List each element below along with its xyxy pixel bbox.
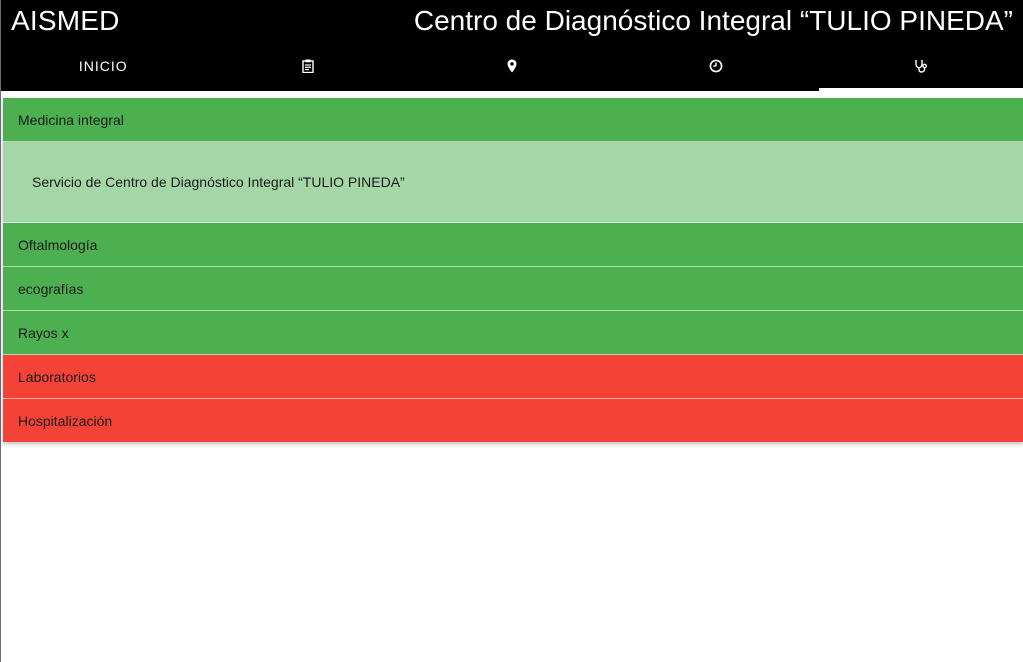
service-label: Oftalmología: [18, 236, 98, 253]
tab-inicio[interactable]: INICIO: [1, 44, 205, 91]
clock-icon: [710, 59, 723, 72]
service-item-oftalmologia[interactable]: Oftalmología: [3, 223, 1023, 267]
service-item-laboratorios[interactable]: Laboratorios: [3, 355, 1023, 399]
service-item-hospitalizacion[interactable]: Hospitalización: [3, 399, 1023, 442]
tab-bar: INICIO: [1, 44, 1023, 91]
service-item-medicina-integral[interactable]: Medicina integral: [3, 98, 1023, 142]
service-label: Rayos x: [18, 324, 69, 341]
service-item-ecografias[interactable]: ecografías: [3, 267, 1023, 311]
service-label: Medicina integral: [18, 111, 124, 128]
stethoscope-icon: [915, 59, 927, 73]
tab-location[interactable]: [410, 44, 614, 91]
tab-schedule[interactable]: [614, 44, 818, 91]
service-detail-text: Servicio de Centro de Diagnóstico Integr…: [32, 174, 405, 190]
service-label: Hospitalización: [18, 412, 113, 429]
tab-inicio-label: INICIO: [78, 57, 128, 74]
app-brand: AISMED: [11, 5, 120, 36]
service-detail-medicina-integral: Servicio de Centro de Diagnóstico Integr…: [3, 142, 1023, 223]
tab-services[interactable]: [818, 44, 1023, 91]
app-header: AISMED Centro de Diagnóstico Integral “T…: [1, 0, 1023, 91]
service-label: ecografías: [18, 280, 84, 297]
services-accordion: Medicina integral Servicio de Centro de …: [3, 98, 1023, 442]
page-title: Centro de Diagnóstico Integral “TULIO PI…: [413, 5, 1013, 36]
service-item-rayos-x[interactable]: Rayos x: [3, 311, 1023, 355]
map-pin-icon: [507, 59, 517, 72]
clipboard-icon: [301, 59, 314, 73]
service-label: Laboratorios: [18, 368, 96, 385]
tab-services-list[interactable]: [205, 44, 409, 91]
